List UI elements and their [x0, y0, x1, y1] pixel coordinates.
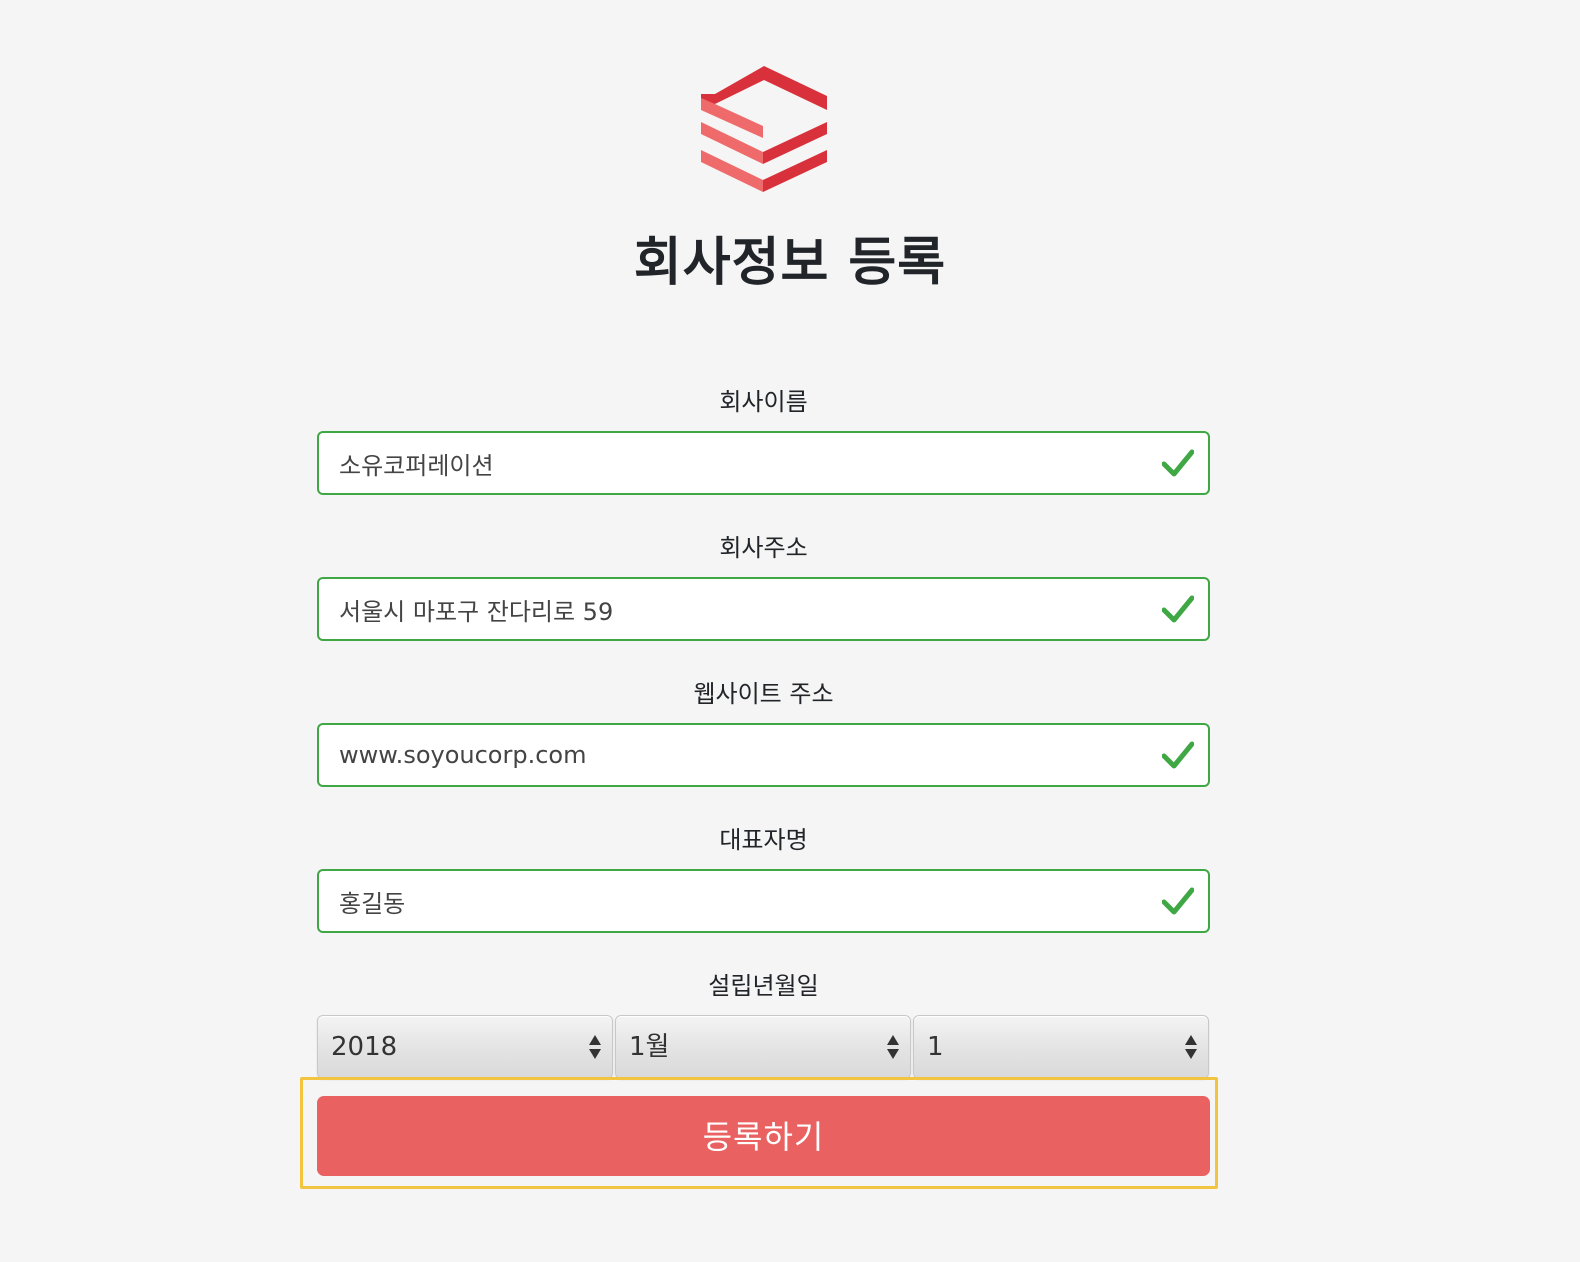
company-name-input[interactable] — [317, 431, 1210, 495]
company-address-label: 회사주소 — [719, 534, 808, 562]
check-icon — [1162, 595, 1194, 623]
website-input-wrap — [317, 723, 1210, 787]
month-select[interactable]: 1월 — [615, 1015, 911, 1079]
ceo-name-field: 대표자명 — [317, 823, 1210, 933]
month-select-value: 1월 — [629, 1032, 670, 1062]
year-select-value: 2018 — [331, 1032, 398, 1062]
select-arrows-icon — [887, 1035, 899, 1059]
company-address-field: 회사주소 — [317, 531, 1210, 641]
founded-date-label: 설립년월일 — [708, 972, 819, 1000]
stacked-layers-logo-icon — [701, 66, 827, 192]
select-arrows-icon — [589, 1035, 601, 1059]
ceo-name-label: 대표자명 — [719, 826, 808, 854]
check-icon — [1162, 449, 1194, 477]
founded-date-selects: 2018 1월 1 — [317, 1015, 1210, 1079]
website-label: 웹사이트 주소 — [693, 680, 834, 708]
company-name-field: 회사이름 — [317, 385, 1210, 495]
ceo-name-input[interactable] — [317, 869, 1210, 933]
year-select[interactable]: 2018 — [317, 1015, 613, 1079]
day-select[interactable]: 1 — [913, 1015, 1209, 1079]
submit-button[interactable]: 등록하기 — [317, 1096, 1210, 1176]
company-name-input-wrap — [317, 431, 1210, 495]
ceo-name-input-wrap — [317, 869, 1210, 933]
website-input[interactable] — [317, 723, 1210, 787]
day-select-value: 1 — [927, 1032, 944, 1062]
company-info-form: 회사이름 회사주소 웹사이트 주소 대표자명 — [317, 385, 1210, 1109]
company-address-input-wrap — [317, 577, 1210, 641]
check-icon — [1162, 887, 1194, 915]
select-arrows-icon — [1185, 1035, 1197, 1059]
page-title: 회사정보 등록 — [633, 233, 947, 293]
company-name-label: 회사이름 — [719, 388, 808, 416]
founded-date-field: 설립년월일 2018 1월 1 — [317, 969, 1210, 1079]
check-icon — [1162, 741, 1194, 769]
website-field: 웹사이트 주소 — [317, 677, 1210, 787]
company-address-input[interactable] — [317, 577, 1210, 641]
